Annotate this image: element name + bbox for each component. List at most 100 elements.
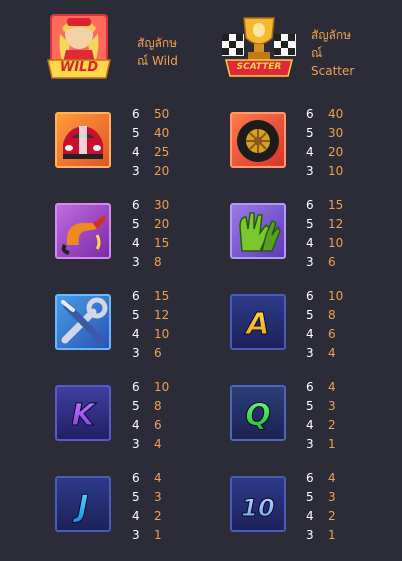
match-count: 3: [132, 346, 140, 360]
payout-value: 3: [328, 490, 336, 504]
match-count: 5: [132, 217, 140, 231]
payout-value: 10: [328, 164, 344, 178]
pay-row: 5 12: [132, 308, 192, 327]
match-count: 4: [132, 327, 140, 341]
match-count: 3: [306, 346, 314, 360]
pay-row: 46: [132, 418, 192, 437]
match-count: 5: [306, 490, 314, 504]
pay-row: 6 40: [306, 107, 366, 126]
match-count: 5: [306, 126, 314, 140]
match-count: 5: [132, 490, 140, 504]
symbol-letter: K: [71, 398, 97, 433]
payout-value: 6: [154, 346, 162, 360]
letter-k-icon: K: [55, 385, 111, 441]
pay-row: 6 15: [306, 198, 366, 217]
payout-value: 40: [154, 126, 170, 140]
match-count: 6: [306, 380, 314, 394]
match-count: 3: [306, 164, 314, 178]
payout-value: 10: [154, 327, 170, 341]
paytable: 6 15 5 12 4 10 3 6: [132, 289, 192, 365]
wild-badge: WILD: [59, 60, 99, 75]
trophy-scatter-icon: SCATTER: [220, 14, 298, 80]
pay-row: 58: [132, 399, 192, 418]
pay-row: 53: [306, 399, 366, 418]
pay-row: 42: [306, 509, 366, 528]
payout-value: 4: [154, 471, 162, 485]
match-count: 3: [306, 255, 314, 269]
match-count: 4: [306, 236, 314, 250]
pay-row: 4 25: [132, 145, 192, 164]
match-count: 6: [132, 471, 140, 485]
pay-row: 6 10: [132, 380, 192, 399]
match-count: 3: [132, 255, 140, 269]
payout-value: 2: [328, 418, 336, 432]
symbol-letter: J: [72, 489, 88, 524]
pay-row: 4 10: [306, 236, 366, 255]
match-count: 6: [132, 289, 140, 303]
payout-value: 15: [328, 198, 344, 212]
race-girl-wild-icon: WILD: [44, 14, 114, 80]
payout-value: 8: [154, 399, 162, 413]
pay-row: 42: [306, 418, 366, 437]
pay-row: 34: [132, 437, 192, 456]
wrench-screwdriver-icon: [55, 294, 111, 350]
racing-gloves-icon: [230, 203, 286, 259]
match-count: 4: [132, 236, 140, 250]
match-count: 5: [306, 308, 314, 322]
match-count: 6: [306, 471, 314, 485]
match-count: 3: [132, 164, 140, 178]
tire-icon: [230, 112, 286, 168]
payout-value: 3: [154, 490, 162, 504]
match-count: 5: [132, 308, 140, 322]
match-count: 6: [306, 198, 314, 212]
symbol-letter: Q: [245, 398, 271, 433]
pay-row: 34: [306, 346, 366, 365]
payout-value: 1: [154, 528, 162, 542]
pay-row: 53: [132, 490, 192, 509]
letter-q-icon: Q: [230, 385, 286, 441]
pay-row: 64: [306, 380, 366, 399]
pay-row: 3 20: [132, 164, 192, 183]
match-count: 4: [306, 145, 314, 159]
payout-value: 15: [154, 289, 170, 303]
payout-value: 8: [154, 255, 162, 269]
payout-value: 20: [154, 164, 170, 178]
payout-value: 15: [154, 236, 170, 250]
payout-value: 6: [328, 255, 336, 269]
match-count: 4: [132, 418, 140, 432]
payout-value: 6: [328, 327, 336, 341]
payout-value: 4: [154, 437, 162, 451]
scatter-section: SCATTER สัญลักษ ณ์ Scatter: [200, 0, 402, 90]
pay-row: 42: [132, 509, 192, 528]
payout-value: 30: [328, 126, 344, 140]
pay-row: 36: [132, 346, 192, 365]
pay-row: 31: [306, 437, 366, 456]
match-count: 5: [132, 126, 140, 140]
race-car-icon: [55, 112, 111, 168]
payout-value: 4: [328, 471, 336, 485]
pay-row: 58: [306, 308, 366, 327]
paytable: 64534231: [132, 471, 192, 547]
symbol-letter: 10: [241, 494, 274, 522]
paytable: 6 15 5 12 4 10 3 6: [306, 198, 366, 274]
match-count: 4: [306, 509, 314, 523]
pay-row: 6 10: [306, 289, 366, 308]
match-count: 4: [132, 509, 140, 523]
payout-value: 10: [154, 380, 170, 394]
payout-value: 50: [154, 107, 170, 121]
payout-value: 2: [328, 509, 336, 523]
paytable: 6 40 5 30 4 20 3 10: [306, 107, 366, 183]
payout-value: 25: [154, 145, 170, 159]
payout-value: 2: [154, 509, 162, 523]
pay-row: 31: [306, 528, 366, 547]
pay-row: 36: [306, 255, 366, 274]
pay-row: 46: [306, 327, 366, 346]
payout-value: 12: [154, 308, 170, 322]
payout-value: 1: [328, 528, 336, 542]
match-count: 5: [306, 217, 314, 231]
pay-row: 38: [132, 255, 192, 274]
match-count: 4: [132, 145, 140, 159]
match-count: 4: [306, 418, 314, 432]
letter-a-icon: A: [230, 294, 286, 350]
letter-j-icon: J: [55, 476, 111, 532]
